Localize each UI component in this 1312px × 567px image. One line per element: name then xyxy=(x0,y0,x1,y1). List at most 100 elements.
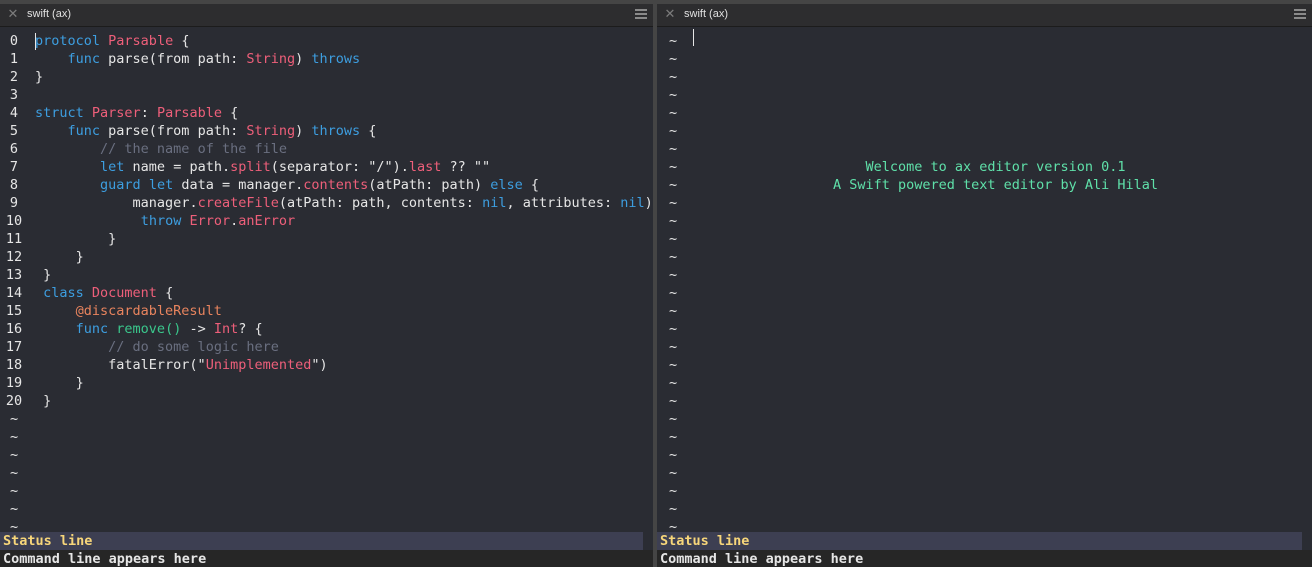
code-token: guard xyxy=(100,177,141,193)
code-text: // do some logic here xyxy=(108,338,279,356)
code-token: Document xyxy=(91,285,157,301)
code-line[interactable]: 15 @discardableResult xyxy=(0,302,222,320)
code-text: func parse(from path: String) throws xyxy=(68,50,361,68)
empty-line-tilde: ~ xyxy=(10,483,19,499)
code-line[interactable]: 6 // the name of the file xyxy=(0,140,287,158)
code-token: throw xyxy=(140,213,182,229)
code-token: ) xyxy=(295,51,312,67)
code-token: } xyxy=(43,393,52,409)
code-token: remove() xyxy=(116,321,182,337)
left-editor-buffer[interactable]: 0 protocol Parsable {1 func parse(from pat… xyxy=(0,27,653,535)
empty-line-tilde: ~ xyxy=(669,357,678,373)
empty-line-tilde: ~ xyxy=(669,339,678,355)
code-line[interactable]: 8 guard let data = manager.contents(atPat… xyxy=(0,176,539,194)
code-token: func xyxy=(75,321,109,337)
code-token: ) xyxy=(295,123,312,139)
line-number: 15 xyxy=(5,303,23,319)
code-text: guard let data = manager.contents(atPath… xyxy=(100,176,539,194)
empty-line-tilde: ~ xyxy=(669,249,678,265)
left-command-line[interactable]: Command line appears here xyxy=(0,550,653,567)
code-line[interactable]: 19} xyxy=(0,374,84,392)
code-token: } xyxy=(43,267,52,283)
empty-line-tilde: ~ xyxy=(669,177,678,193)
empty-line-tilde: ~ xyxy=(669,393,678,409)
code-line[interactable]: 9 manager.createFile(atPath: path, conten… xyxy=(0,194,653,212)
line-number: 8 xyxy=(9,177,19,193)
empty-line-tilde: ~ xyxy=(669,231,678,247)
code-token: String xyxy=(246,123,296,139)
empty-line-tilde: ~ xyxy=(669,375,678,391)
left-pane-titlebar: ✕ swift (ax) xyxy=(0,4,653,27)
code-token: Unimplemented xyxy=(205,357,312,373)
code-text: // the name of the file xyxy=(100,140,287,158)
code-token: Int xyxy=(213,321,239,337)
right-editor-buffer[interactable]: Welcome to ax editor version 0.1 A Swift… xyxy=(657,27,1312,535)
code-text: func parse(from path: String) throws { xyxy=(68,122,377,140)
code-text: protocol Parsable { xyxy=(35,32,189,50)
empty-line-tilde: ~ xyxy=(669,501,678,517)
code-token: func xyxy=(67,51,101,67)
code-line[interactable]: 4 struct Parser: Parsable { xyxy=(0,104,238,122)
code-text: } xyxy=(43,392,51,410)
empty-line-tilde: ~ xyxy=(669,429,678,445)
code-token: fatalError(" xyxy=(108,357,206,373)
code-text: class Document { xyxy=(43,284,173,302)
code-token: createFile xyxy=(197,195,279,211)
code-token: } xyxy=(75,249,84,265)
empty-line-tilde: ~ xyxy=(10,429,19,445)
empty-line-tilde: ~ xyxy=(669,51,678,67)
code-text: } xyxy=(76,248,84,266)
hamburger-menu-icon[interactable] xyxy=(635,9,647,20)
close-icon[interactable]: ✕ xyxy=(663,7,677,21)
empty-line-tilde: ~ xyxy=(10,501,19,517)
right-editor-pane: ✕ swift (ax) Welcome to ax editor versio… xyxy=(657,4,1312,567)
code-token: } xyxy=(35,69,44,85)
line-number: 3 xyxy=(9,87,19,103)
empty-line-tilde: ~ xyxy=(669,483,678,499)
hamburger-menu-icon[interactable] xyxy=(1294,9,1306,20)
empty-line-tilde: ~ xyxy=(669,87,678,103)
line-number: 12 xyxy=(5,249,23,265)
code-text: throw Error.anError xyxy=(141,212,295,230)
code-line[interactable]: 3 xyxy=(0,86,28,104)
code-token: nil xyxy=(620,195,645,211)
code-line[interactable]: 13} xyxy=(0,266,51,284)
code-line[interactable]: 12} xyxy=(0,248,84,266)
code-line[interactable]: 18 fatalError("Unimplemented") xyxy=(0,356,328,374)
code-line[interactable]: 14 class Document { xyxy=(0,284,173,302)
code-line[interactable]: 11} xyxy=(0,230,116,248)
line-number: 11 xyxy=(5,231,23,247)
code-line[interactable]: 17 // do some logic here xyxy=(0,338,279,356)
code-line[interactable]: 7 let name = path.split(separator: "/").l… xyxy=(0,158,490,176)
close-icon[interactable]: ✕ xyxy=(6,7,20,21)
right-pane-titlebar: ✕ swift (ax) xyxy=(657,4,1312,27)
empty-line-tilde: ~ xyxy=(669,33,678,49)
code-line[interactable]: 1 func parse(from path: String) throws xyxy=(0,50,360,68)
right-status-line: Status line xyxy=(657,532,1302,550)
code-line[interactable]: 16 func remove() -> Int? { xyxy=(0,320,263,338)
code-token: protocol xyxy=(35,33,101,49)
code-token: { xyxy=(222,105,239,121)
empty-line-tilde: ~ xyxy=(669,303,678,319)
empty-line-tilde: ~ xyxy=(669,159,678,175)
code-text: fatalError("Unimplemented") xyxy=(108,356,327,374)
code-token: { xyxy=(173,33,190,49)
code-line[interactable]: 0 protocol Parsable { xyxy=(0,32,190,50)
right-command-line[interactable]: Command line appears here xyxy=(657,550,1312,567)
code-token: Error xyxy=(189,213,231,229)
code-line[interactable]: 5 func parse(from path: String) throws { xyxy=(0,122,377,140)
code-token: data = manager. xyxy=(173,177,304,193)
code-line[interactable]: 2} xyxy=(0,68,43,86)
code-token: last xyxy=(408,159,442,175)
code-token: contents xyxy=(303,177,369,193)
code-line[interactable]: 10 throw Error.anError xyxy=(0,212,295,230)
line-number: 0 xyxy=(9,33,19,49)
code-line[interactable]: 20} xyxy=(0,392,51,410)
code-token: manager. xyxy=(132,195,198,211)
code-token: name = path. xyxy=(124,159,231,175)
code-text: struct Parser: Parsable { xyxy=(35,104,238,122)
code-text: func remove() -> Int? { xyxy=(76,320,263,338)
empty-line-tilde: ~ xyxy=(669,465,678,481)
text-cursor xyxy=(35,33,36,50)
